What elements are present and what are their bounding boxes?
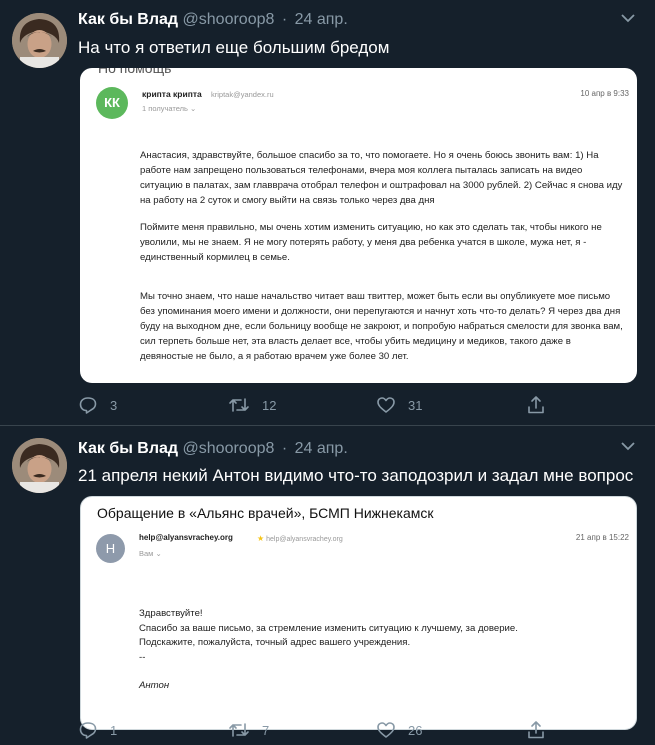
reply-button[interactable]: 3 <box>78 395 117 415</box>
email-date: 10 апр в 9:33 <box>580 89 629 98</box>
heart-icon <box>377 397 395 413</box>
email-paragraph: Мы точно знаем, что наше начальство чита… <box>140 291 623 362</box>
tweet-actions: 3 12 31 <box>78 395 548 417</box>
retweet-count: 7 <box>262 722 270 738</box>
reply-count: 1 <box>110 722 118 738</box>
tweet[interactable]: Как бы Влад @shooroop8 · 24 апр. 21 апре… <box>0 425 655 745</box>
share-icon <box>528 396 544 414</box>
retweet-button[interactable]: 7 <box>228 720 269 740</box>
share-button[interactable] <box>526 720 546 740</box>
retweet-button[interactable]: 12 <box>228 395 276 415</box>
email-paragraph: Анастасия, здравствуйте, большое спасибо… <box>140 150 623 206</box>
tweet-header: Как бы Влад @shooroop8 · 24 апр. <box>78 440 348 458</box>
sender-address: kriptak@yandex.ru <box>211 90 274 99</box>
sender-address-text: help@alyansvrachey.org <box>266 536 343 543</box>
separator: · <box>281 11 288 28</box>
email-body: Здравствуйте! Спасибо за ваше письмо, за… <box>139 607 518 665</box>
recipients-label: Вам <box>139 549 154 558</box>
email-line: Здравствуйте! <box>139 608 203 619</box>
sender-avatar: H <box>96 534 125 563</box>
avatar-photo <box>12 13 67 68</box>
share-button[interactable] <box>526 395 546 415</box>
sender-address: ★ help@alyansvrachey.org <box>257 534 343 543</box>
email-signature: Антон <box>139 680 170 691</box>
avatar-photo <box>12 438 67 493</box>
chevron-down-icon: ⌄ <box>190 104 197 113</box>
email-screenshot[interactable]: Обращение в «Альянс врачей», БСМП Нижнек… <box>80 496 637 730</box>
email-screenshot[interactable]: Но помощь КК крипта крипта kriptak@yande… <box>80 68 637 383</box>
email-date: 21 апр в 15:22 <box>575 533 629 542</box>
email-paragraph: Поймите меня правильно, мы очень хотим и… <box>140 222 602 263</box>
email-line: Подскажите, пожалуйста, точный адрес ваш… <box>139 637 411 648</box>
chevron-down-icon[interactable] <box>621 13 635 23</box>
chevron-down-icon: ⌄ <box>155 549 162 558</box>
like-count: 26 <box>408 722 423 738</box>
reply-button[interactable]: 1 <box>78 720 117 740</box>
reply-count: 3 <box>110 397 118 413</box>
tweet-text: На что я ответил еще большим бредом <box>78 38 390 57</box>
author-handle[interactable]: @shooroop8 <box>183 11 275 28</box>
sender-name: help@alyansvrachey.org <box>139 533 233 542</box>
share-icon <box>528 721 544 739</box>
like-count: 31 <box>408 397 423 413</box>
retweet-icon <box>229 398 249 412</box>
retweet-count: 12 <box>262 397 277 413</box>
retweet-icon <box>229 723 249 737</box>
tweet-date[interactable]: 24 апр. <box>295 440 348 457</box>
tweet-text: 21 апреля некий Антон видимо что-то запо… <box>78 466 634 485</box>
sender-name: крипта крипта <box>142 89 202 99</box>
recipients: 1 получатель ⌄ <box>142 104 196 113</box>
tweet[interactable]: Как бы Влад @shooroop8 · 24 апр. На что … <box>0 0 655 425</box>
reply-icon <box>79 397 97 414</box>
tweet-header: Как бы Влад @shooroop8 · 24 апр. <box>78 11 348 29</box>
recipients-label: 1 получатель <box>142 104 188 113</box>
email-subject: Но помощь <box>98 68 172 76</box>
email-line: Спасибо за ваше письмо, за стремление из… <box>139 622 518 634</box>
reply-icon <box>79 722 97 739</box>
star-icon: ★ <box>257 534 265 543</box>
author-handle[interactable]: @shooroop8 <box>183 440 275 457</box>
chevron-down-icon[interactable] <box>621 441 635 451</box>
avatar[interactable] <box>12 438 67 493</box>
author-name[interactable]: Как бы Влад <box>78 440 178 457</box>
tweet-actions: 1 7 26 <box>78 720 548 742</box>
sender-avatar: КК <box>96 87 128 119</box>
separator: · <box>281 440 288 457</box>
heart-icon <box>377 722 395 738</box>
like-button[interactable]: 31 <box>376 395 422 415</box>
recipients: Вам ⌄ <box>139 549 162 558</box>
email-subject: Обращение в «Альянс врачей», БСМП Нижнек… <box>97 505 434 521</box>
avatar[interactable] <box>12 13 67 68</box>
author-name[interactable]: Как бы Влад <box>78 11 178 28</box>
email-line: -- <box>139 651 146 663</box>
like-button[interactable]: 26 <box>376 720 422 740</box>
tweet-date[interactable]: 24 апр. <box>295 11 348 28</box>
